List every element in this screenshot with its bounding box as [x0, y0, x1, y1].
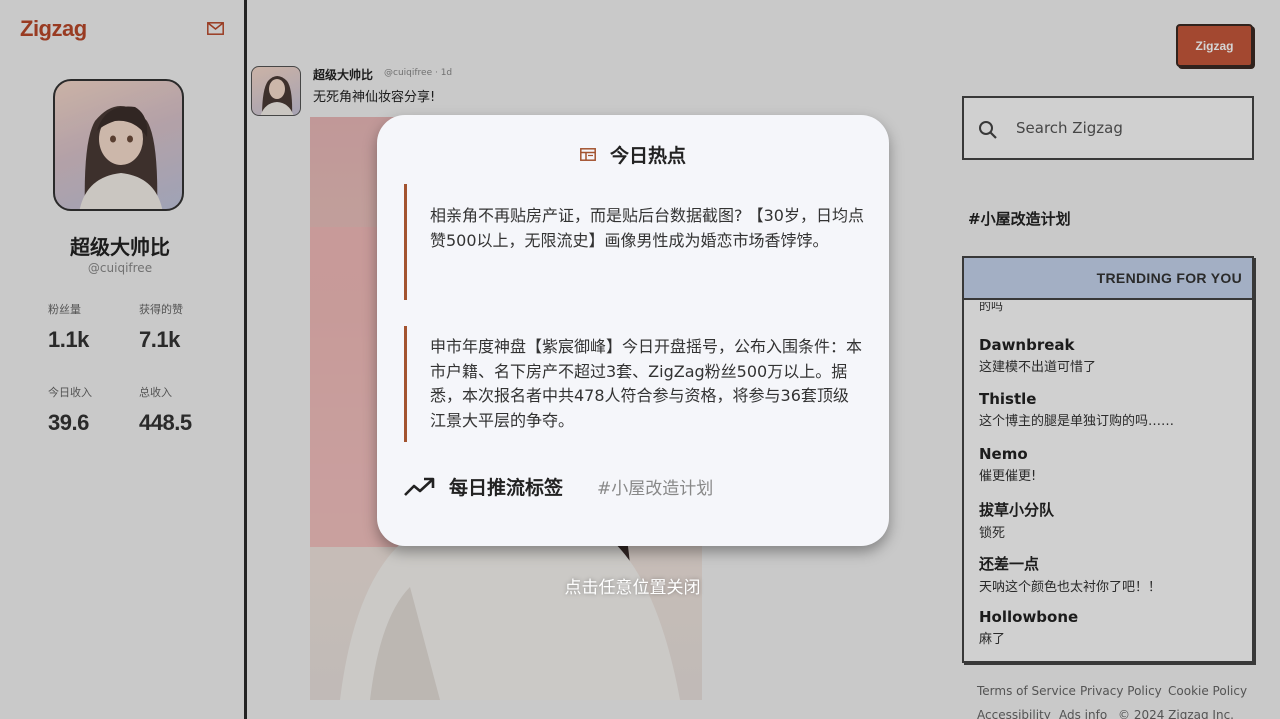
hot-topics-modal: 今日热点 相亲角不再贴房产证，而是贴后台数据截图? 【30岁，日均点赞500以上…	[377, 115, 889, 546]
news-icon	[580, 148, 596, 161]
modal-header: 今日热点	[377, 141, 889, 168]
news-text: 申市年度神盘【紫宸御峰】今日开盘摇号，公布入围条件：本市户籍、名下房产不超过3套…	[430, 337, 863, 430]
modal-title: 今日热点	[609, 145, 686, 167]
close-hint: 点击任意位置关闭	[564, 578, 701, 598]
news-text: 相亲角不再贴房产证，而是贴后台数据截图? 【30岁，日均点赞500以上，无限流史…	[430, 206, 864, 250]
daily-tag-label: 每日推流标签	[449, 477, 564, 499]
daily-tag-row: 每日推流标签 #小屋改造计划	[404, 473, 864, 500]
news-item: 相亲角不再贴房产证，而是贴后台数据截图? 【30岁，日均点赞500以上，无限流史…	[404, 184, 864, 300]
news-item: 申市年度神盘【紫宸御峰】今日开盘摇号，公布入围条件：本市户籍、名下房产不超过3套…	[404, 326, 864, 442]
trending-up-icon	[404, 477, 435, 496]
daily-tag-value[interactable]: #小屋改造计划	[597, 474, 713, 499]
